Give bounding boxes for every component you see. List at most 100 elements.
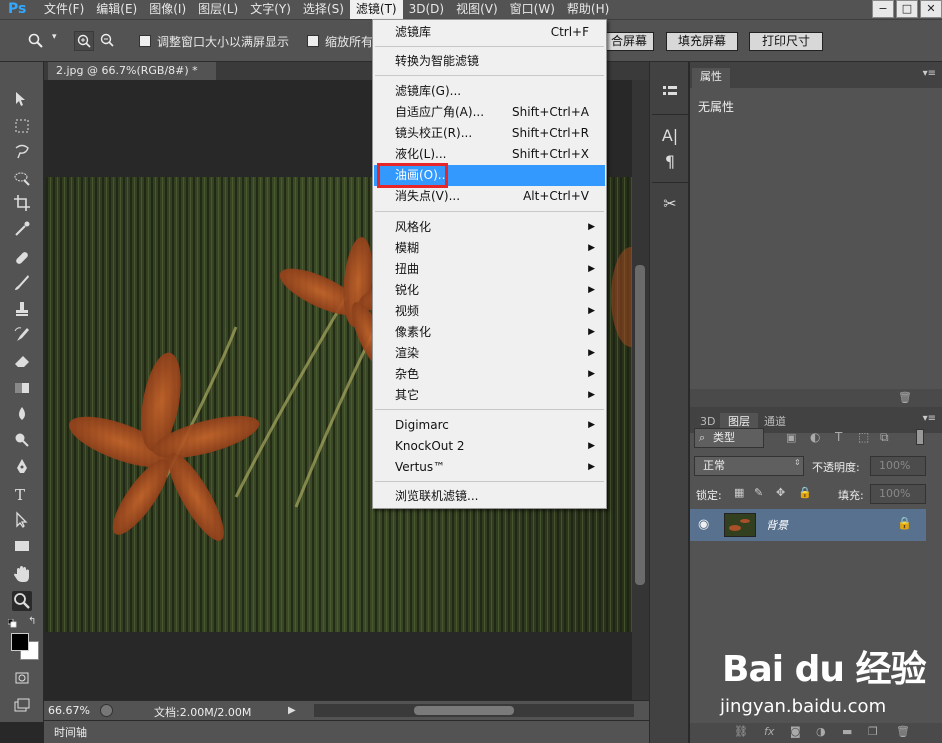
lock-all-icon[interactable]: 🔒 — [798, 486, 812, 499]
smart-object-filter-icon[interactable]: ⧉ — [880, 430, 889, 445]
fit-screen-button[interactable]: 合屏幕 — [604, 32, 654, 51]
status-info-icon[interactable] — [100, 704, 113, 717]
minimize-button[interactable]: − — [872, 0, 894, 18]
swap-colors-icon[interactable]: ↰ — [28, 616, 36, 627]
zoom-level[interactable]: 66.67% — [48, 704, 90, 717]
horizontal-scroll-thumb[interactable] — [414, 706, 514, 715]
status-menu-arrow-icon[interactable]: ▶ — [288, 705, 296, 716]
opacity-input[interactable]: 100% — [870, 456, 926, 476]
menu-window[interactable]: 窗口(W) — [504, 0, 561, 19]
adjustment-filter-icon[interactable]: ◐ — [810, 430, 820, 444]
dodge-tool-icon[interactable] — [12, 430, 32, 450]
menu-item-sharpen[interactable]: 锐化 ▶ — [374, 280, 605, 301]
menu-item-digimarc[interactable]: Digimarc ▶ — [374, 415, 605, 436]
menu-help[interactable]: 帮助(H) — [561, 0, 615, 19]
zoom-out-icon[interactable] — [98, 31, 118, 51]
panel-menu-icon[interactable]: ▾≡ — [923, 68, 936, 79]
tab-properties[interactable]: 属性 — [692, 68, 730, 88]
gradient-tool-icon[interactable] — [12, 378, 32, 398]
document-tab[interactable]: 2.jpg @ 66.7%(RGB/8#) * — [48, 62, 216, 80]
eyedropper-tool-icon[interactable] — [12, 219, 32, 239]
move-tool-icon[interactable] — [12, 89, 32, 109]
menu-type[interactable]: 文字(Y) — [244, 0, 297, 19]
menu-select[interactable]: 选择(S) — [297, 0, 350, 19]
zoom-all-checkbox[interactable] — [307, 35, 319, 47]
menu-item-liquify[interactable]: 液化(L)... Shift+Ctrl+X — [374, 144, 605, 165]
quick-mask-icon[interactable] — [12, 668, 32, 688]
menu-item-knockout[interactable]: KnockOut 2 ▶ — [374, 436, 605, 457]
menu-item-filter-gallery-last[interactable]: 滤镜库 Ctrl+F — [374, 22, 605, 43]
path-selection-tool-icon[interactable] — [12, 510, 32, 530]
lock-position-icon[interactable]: ✥ — [776, 486, 785, 499]
timeline-tab[interactable]: 时间轴 — [54, 724, 87, 740]
menu-3d[interactable]: 3D(D) — [403, 0, 450, 19]
menu-image[interactable]: 图像(I) — [143, 0, 192, 19]
paragraph-panel-icon[interactable]: ¶ — [658, 150, 682, 174]
layers-panel-menu-icon[interactable]: ▾≡ — [923, 413, 936, 424]
hand-tool-icon[interactable] — [12, 564, 32, 584]
screen-mode-icon[interactable] — [12, 695, 32, 715]
menu-item-other[interactable]: 其它 ▶ — [374, 385, 605, 406]
history-panel-icon[interactable] — [658, 82, 682, 106]
fill-screen-button[interactable]: 填充屏幕 — [666, 32, 738, 51]
layer-name[interactable]: 背景 — [766, 517, 788, 533]
menu-item-noise[interactable]: 杂色 ▶ — [374, 364, 605, 385]
clone-stamp-tool-icon[interactable] — [12, 299, 32, 319]
preset-dropdown-icon[interactable]: ▾ — [52, 32, 57, 42]
menu-item-browse-filters-online[interactable]: 浏览联机滤镜... — [374, 486, 605, 507]
menu-item-pixelate[interactable]: 像素化 ▶ — [374, 322, 605, 343]
menu-item-stylize[interactable]: 风格化 ▶ — [374, 217, 605, 238]
fill-input[interactable]: 100% — [870, 484, 926, 504]
eraser-tool-icon[interactable] — [12, 351, 32, 371]
blur-tool-icon[interactable] — [12, 404, 32, 424]
blend-mode-select[interactable]: 正常 — [694, 456, 804, 476]
menu-item-blur[interactable]: 模糊 ▶ — [374, 238, 605, 259]
eye-icon[interactable]: ◉ — [698, 517, 709, 532]
zoom-in-icon[interactable] — [74, 31, 94, 51]
menu-item-video[interactable]: 视频 ▶ — [374, 301, 605, 322]
menu-view[interactable]: 视图(V) — [450, 0, 504, 19]
healing-brush-tool-icon[interactable] — [12, 248, 32, 268]
menu-item-render[interactable]: 渲染 ▶ — [374, 343, 605, 364]
type-filter-icon[interactable]: T — [835, 430, 842, 444]
menu-item-lens-correction[interactable]: 镜头校正(R)... Shift+Ctrl+R — [374, 123, 605, 144]
menu-item-vertus[interactable]: Vertus™ ▶ — [374, 457, 605, 478]
history-brush-tool-icon[interactable] — [12, 325, 32, 345]
resize-windows-checkbox[interactable] — [139, 35, 151, 47]
default-colors-icon[interactable] — [7, 618, 17, 628]
trash-icon[interactable]: 🗑 — [898, 391, 912, 404]
menu-edit[interactable]: 编辑(E) — [90, 0, 143, 19]
horizontal-scrollbar[interactable] — [314, 704, 634, 717]
menu-item-distort[interactable]: 扭曲 ▶ — [374, 259, 605, 280]
brush-tool-icon[interactable] — [12, 272, 32, 292]
pen-tool-icon[interactable] — [12, 457, 32, 477]
menu-file[interactable]: 文件(F) — [38, 0, 90, 19]
menu-item-convert-smart-filters[interactable]: 转换为智能滤镜 — [374, 51, 605, 72]
pixel-filter-icon[interactable]: ▣ — [786, 431, 796, 444]
shape-filter-icon[interactable]: ⬚ — [858, 430, 869, 444]
menu-item-adaptive-wide-angle[interactable]: 自适应广角(A)... Shift+Ctrl+A — [374, 102, 605, 123]
menu-filter[interactable]: 滤镜(T) — [349, 0, 403, 19]
quick-selection-tool-icon[interactable] — [12, 168, 32, 188]
zoom-tool-preset-icon[interactable] — [28, 33, 44, 49]
filter-toggle-switch[interactable] — [916, 429, 924, 445]
rectangle-tool-icon[interactable] — [12, 536, 32, 556]
lasso-tool-icon[interactable] — [12, 142, 32, 162]
maximize-button[interactable]: □ — [896, 0, 918, 18]
foreground-color-swatch[interactable] — [11, 633, 29, 651]
menu-item-filter-gallery[interactable]: 滤镜库(G)... — [374, 81, 605, 102]
type-tool-icon[interactable]: T — [12, 484, 32, 504]
lock-image-icon[interactable]: ✎ — [754, 486, 763, 499]
layer-row[interactable]: ◉ 背景 🔒 — [690, 509, 926, 541]
marquee-tool-icon[interactable] — [12, 116, 32, 136]
crop-tool-icon[interactable] — [12, 193, 32, 213]
zoom-tool-icon[interactable] — [12, 591, 32, 611]
menu-layer[interactable]: 图层(L) — [192, 0, 244, 19]
lock-transparent-icon[interactable]: ▦ — [734, 486, 744, 499]
vertical-scroll-thumb[interactable] — [635, 265, 645, 585]
character-panel-icon[interactable]: A| — [658, 124, 682, 148]
tool-presets-panel-icon[interactable]: ✂ — [658, 192, 682, 216]
print-size-button[interactable]: 打印尺寸 — [749, 32, 823, 51]
close-button[interactable]: ✕ — [920, 0, 942, 18]
vertical-scrollbar[interactable] — [632, 80, 649, 700]
